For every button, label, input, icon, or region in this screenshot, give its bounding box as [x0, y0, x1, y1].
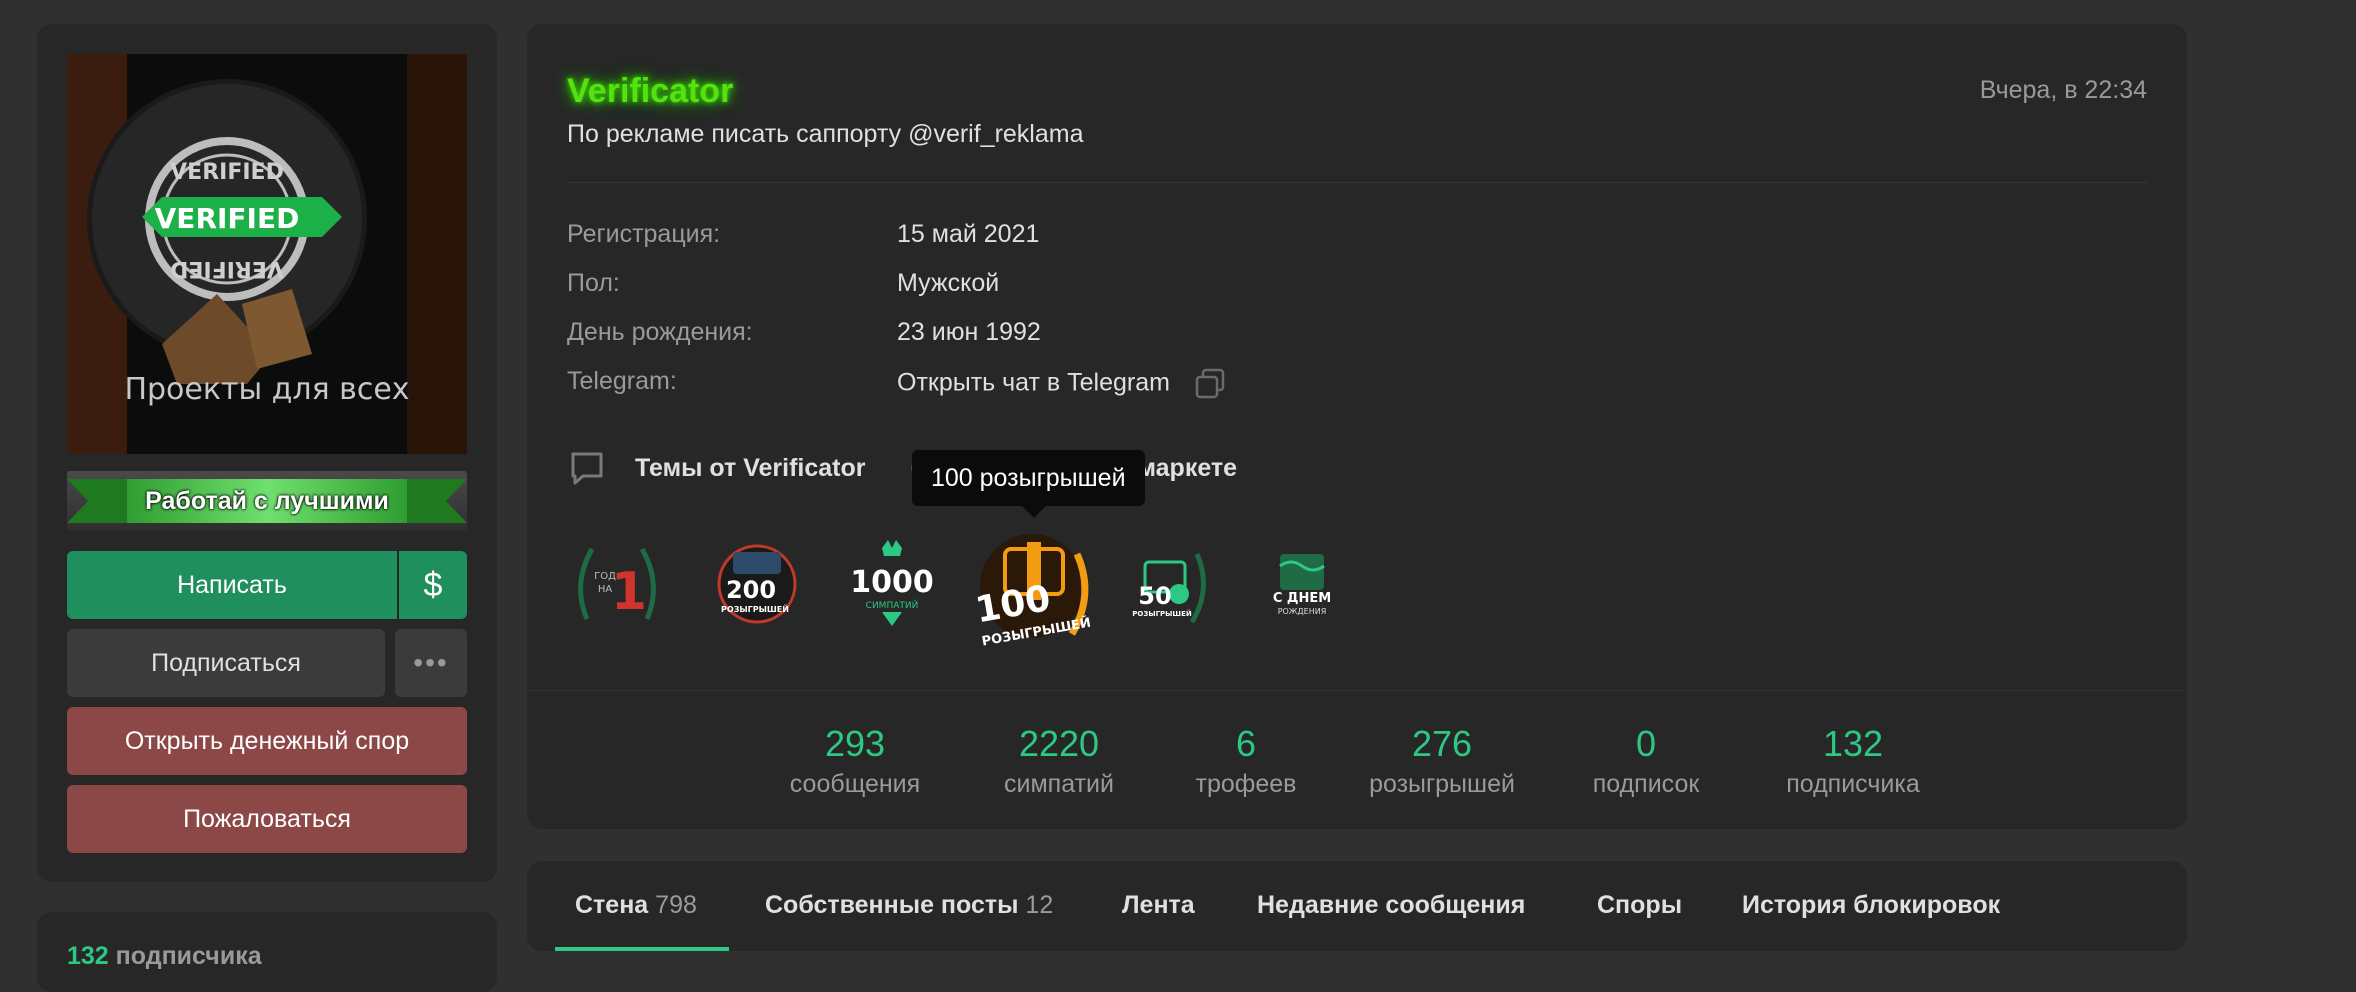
tab-own-posts[interactable]: Собственные посты 12: [765, 891, 1053, 920]
svg-text:VERIFIED: VERIFIED: [170, 256, 284, 281]
svg-text:1: 1: [611, 562, 647, 622]
stat-label: сообщения: [789, 770, 921, 798]
stat-value: 6: [1235, 723, 1257, 764]
svg-text:СИМПАТИЙ: СИМПАТИЙ: [866, 599, 919, 611]
svg-text:200: 200: [726, 576, 776, 604]
tab-count: 798: [655, 891, 697, 919]
info-key: Telegram:: [567, 367, 677, 395]
trophy-50-giveaways[interactable]: 50 РОЗЫГРЫШЕЙ: [1117, 534, 1217, 634]
info-row-telegram: Telegram: Открыть чат в Telegram: [567, 367, 1467, 407]
trophy-tooltip: 100 розыгрышей: [912, 450, 1145, 518]
open-dispute-button[interactable]: Открыть денежный спор: [67, 707, 467, 775]
stat-giveaways[interactable]: 276 розыгрышей: [1353, 724, 1531, 799]
info-row-gender: Пол: Мужской: [567, 269, 1467, 309]
topics-link-label: Темы от Verificator: [635, 453, 866, 482]
active-tab-indicator: [555, 947, 729, 951]
divider: [527, 690, 2187, 691]
info-key: Пол:: [567, 269, 620, 297]
svg-text:С ДНЕМ: С ДНЕМ: [1273, 591, 1331, 606]
speech-bubble-icon: [567, 448, 607, 488]
info-value: 15 май 2021: [897, 220, 1040, 248]
trophy-birthday[interactable]: С ДНЕМ РОЖДЕНИЯ: [1252, 534, 1352, 634]
stat-label: подписчика: [1786, 770, 1920, 798]
stat-trophies[interactable]: 6 трофеев: [1181, 724, 1311, 799]
stat-value: 276: [1411, 723, 1473, 764]
avatar-stamp: VERIFIED: [155, 202, 300, 235]
profile-card: Verificator По рекламе писать саппорту @…: [527, 24, 2187, 829]
stat-label: трофеев: [1195, 770, 1297, 798]
last-seen-date: Вчера, в 22:34: [1979, 76, 2147, 104]
tab-recent-messages[interactable]: Недавние сообщения: [1257, 891, 1525, 920]
info-row-birthday: День рождения: 23 июн 1992: [567, 318, 1467, 358]
subscribe-button[interactable]: Подписаться: [67, 629, 385, 697]
topics-link[interactable]: Темы от Verificator: [567, 448, 866, 488]
info-key: День рождения:: [567, 318, 753, 346]
user-status: По рекламе писать саппорту @verif_reklam…: [567, 120, 1084, 148]
report-button[interactable]: Пожаловаться: [67, 785, 467, 853]
stat-value: 293: [824, 723, 886, 764]
tab-disputes[interactable]: Споры: [1597, 891, 1682, 920]
stat-value: 2220: [1018, 723, 1100, 764]
divider: [567, 182, 2147, 183]
svg-text:50: 50: [1138, 582, 1171, 610]
stat-label: розыгрышей: [1369, 770, 1515, 798]
stat-following[interactable]: 0 подписок: [1581, 724, 1711, 799]
svg-text:РОЖДЕНИЯ: РОЖДЕНИЯ: [1278, 607, 1327, 616]
username[interactable]: Verificator: [567, 72, 733, 111]
avatar[interactable]: VERIFIED VERIFIED VERIFIED Проекты для в…: [67, 54, 467, 454]
followers-count: 132: [67, 942, 109, 970]
info-value: Мужской: [897, 269, 1000, 297]
profile-sidebar: VERIFIED VERIFIED VERIFIED Проекты для в…: [37, 24, 497, 882]
tab-ban-history[interactable]: История блокировок: [1742, 891, 2000, 920]
svg-text:РОЗЫГРЫШЕЙ: РОЗЫГРЫШЕЙ: [721, 603, 789, 614]
stat-followers[interactable]: 132 подписчика: [1773, 724, 1933, 799]
telegram-link-group: Открыть чат в Telegram: [897, 367, 1227, 401]
stat-value: 0: [1635, 723, 1657, 764]
copy-icon[interactable]: [1193, 367, 1227, 401]
tab-count: 12: [1025, 891, 1054, 919]
stat-messages[interactable]: 293 сообщения: [785, 724, 925, 799]
stat-value: 132: [1822, 723, 1884, 764]
stat-label: подписок: [1592, 770, 1700, 798]
svg-text:РОЗЫГРЫШЕЙ: РОЗЫГРЫШЕЙ: [1132, 609, 1192, 618]
trophy-1-year[interactable]: ГОД НА 1: [567, 534, 667, 634]
stat-label: симпатий: [1004, 770, 1114, 798]
svg-text:1000: 1000: [850, 565, 934, 600]
avatar-caption: Проекты для всех: [124, 372, 409, 407]
tab-wall[interactable]: Стена 798: [575, 891, 697, 920]
stat-likes[interactable]: 2220 симпатий: [989, 724, 1129, 799]
banner-text: Работай с лучшими: [145, 486, 389, 515]
telegram-chat-link[interactable]: Открыть чат в Telegram: [897, 369, 1170, 397]
dollar-button[interactable]: $: [399, 551, 467, 619]
more-options-button[interactable]: •••: [395, 629, 467, 697]
info-value: 23 июн 1992: [897, 318, 1041, 346]
svg-text:VERIFIED: VERIFIED: [170, 160, 284, 185]
followers-label: подписчика: [115, 942, 262, 970]
trophy-200-giveaways[interactable]: 200 РОЗЫГРЫШЕЙ: [707, 534, 807, 634]
followers-panel: 132 подписчика: [37, 912, 497, 992]
info-row-registration: Регистрация: 15 май 2021: [567, 220, 1467, 260]
profile-tabs: Стена 798 Собственные посты 12 Лента Нед…: [527, 861, 2187, 951]
write-button[interactable]: Написать: [67, 551, 397, 619]
followers-summary[interactable]: 132 подписчика: [67, 942, 262, 971]
trophy-1000-likes[interactable]: 1000 СИМПАТИЙ: [842, 534, 942, 634]
info-key: Регистрация:: [567, 220, 721, 248]
tab-feed[interactable]: Лента: [1122, 891, 1195, 920]
trophy-100-giveaways[interactable]: 100 РОЗЫГРЫШЕЙ: [967, 524, 1097, 654]
user-banner: Работай с лучшими: [67, 471, 467, 531]
